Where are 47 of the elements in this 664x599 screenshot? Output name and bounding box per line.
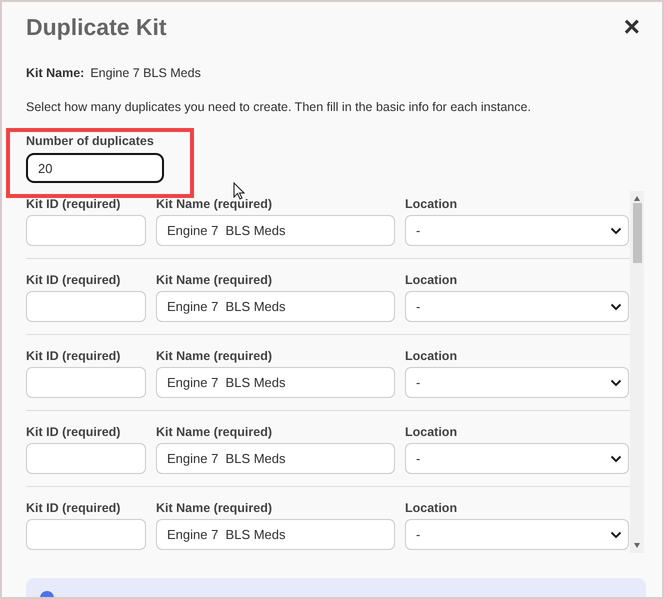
- kit-name-label: Kit Name:: [26, 66, 84, 80]
- kit-name-input[interactable]: Engine 7 BLS Meds: [156, 215, 395, 246]
- field-label: Kit ID (required): [26, 349, 122, 363]
- chevron-down-icon: [610, 378, 622, 386]
- field-label: Kit Name (required): [156, 425, 273, 439]
- location-dropdown[interactable]: -: [405, 519, 629, 550]
- kit-id-input[interactable]: [26, 443, 146, 474]
- kit-name-value: Engine 7 BLS Meds: [90, 66, 201, 80]
- kit-name-input[interactable]: Engine 7 BLS Meds: [156, 367, 395, 398]
- kit-id-input[interactable]: [26, 291, 146, 322]
- close-button[interactable]: ×: [624, 13, 640, 41]
- duplicates-input[interactable]: 20: [26, 153, 164, 183]
- chevron-down-icon: [610, 226, 622, 234]
- kit-name-input[interactable]: Engine 7 BLS Meds: [156, 291, 395, 322]
- kit-id-input[interactable]: [26, 215, 146, 246]
- kit-id-input[interactable]: [26, 367, 146, 398]
- scroll-down-arrow-icon[interactable]: [633, 541, 641, 549]
- location-dropdown[interactable]: -: [405, 443, 629, 474]
- field-label: Location: [405, 501, 458, 515]
- kit-name-input[interactable]: Engine 7 BLS Meds: [156, 443, 395, 474]
- chevron-down-icon: [610, 454, 622, 462]
- field-label: Kit ID (required): [26, 273, 122, 287]
- field-label: Kit Name (required): [156, 349, 273, 363]
- field-label: Location: [405, 425, 458, 439]
- location-dropdown[interactable]: -: [405, 291, 629, 322]
- field-label: Location: [405, 197, 458, 211]
- field-label: Kit ID (required): [26, 425, 122, 439]
- field-label: Kit Name (required): [156, 273, 273, 287]
- field-label: Kit ID (required): [26, 197, 122, 211]
- scroll-up-arrow-icon[interactable]: [633, 195, 641, 203]
- field-label: Kit Name (required): [156, 197, 273, 211]
- kit-name-input[interactable]: Engine 7 BLS Meds: [156, 519, 395, 550]
- chevron-down-icon: [610, 530, 622, 538]
- instructions-text: Select how many duplicates you need to create. Then fill in the basic info for each instance.: [26, 100, 532, 114]
- cursor-icon: [233, 182, 245, 200]
- chevron-down-icon: [610, 302, 622, 310]
- field-label: Location: [405, 273, 458, 287]
- field-label: Kit ID (required): [26, 501, 122, 515]
- field-label: Location: [405, 349, 458, 363]
- field-label: Kit Name (required): [156, 501, 273, 515]
- location-dropdown[interactable]: -: [405, 215, 629, 246]
- scrollbar-thumb[interactable]: [632, 203, 642, 263]
- kit-id-input[interactable]: [26, 519, 146, 550]
- field-label: Number of duplicates: [26, 134, 155, 148]
- location-dropdown[interactable]: -: [405, 367, 629, 398]
- dialog-title: Duplicate Kit: [26, 14, 167, 40]
- scrollbar[interactable]: [630, 191, 644, 553]
